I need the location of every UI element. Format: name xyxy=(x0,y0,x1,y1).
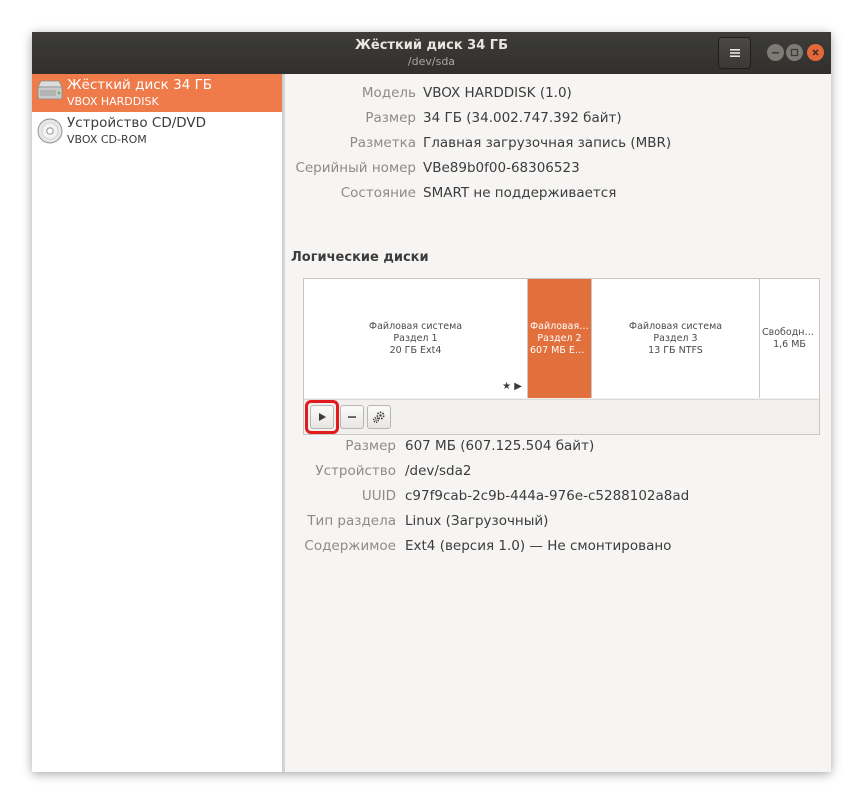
info-value: Linux (Загрузочный) xyxy=(405,513,549,529)
partition-line: Раздел 3 xyxy=(653,332,698,344)
hamburger-icon xyxy=(729,49,740,57)
drive-sublabel: VBOX HARDDISK xyxy=(67,95,159,108)
play-small-icon: ▶ xyxy=(514,381,522,392)
info-row-partitioning: Разметка Главная загрузочная запись (MBR… xyxy=(285,135,831,155)
partition-line: 607 МБ Ext4 xyxy=(530,344,589,356)
info-key: Разметка xyxy=(349,135,416,151)
partition-line: Раздел 2 xyxy=(537,332,582,344)
partition-map: Файловая система Раздел 1 20 ГБ Ext4 ★ ▶… xyxy=(303,278,820,435)
info-row-size: Размер 34 ГБ (34.002.747.392 байт) xyxy=(285,110,831,130)
info-value: SMART не поддерживается xyxy=(423,185,617,201)
partition-2[interactable]: Файловая система Раздел 2 607 МБ Ext4 xyxy=(528,279,592,398)
info-key: Размер xyxy=(365,110,416,126)
drive-item-cd-dvd[interactable]: Устройство CD/DVD VBOX CD-ROM xyxy=(32,112,282,150)
partition-line: Раздел 1 xyxy=(393,332,438,344)
maximize-button[interactable] xyxy=(786,44,803,61)
partition-bar: Файловая система Раздел 1 20 ГБ Ext4 ★ ▶… xyxy=(304,279,819,398)
close-button[interactable] xyxy=(807,44,824,61)
gears-icon xyxy=(373,411,385,423)
partition-3[interactable]: Файловая система Раздел 3 13 ГБ NTFS xyxy=(592,279,760,398)
mount-button[interactable] xyxy=(310,405,334,429)
partition-line: Файловая система xyxy=(628,320,723,332)
info-key: Состояние xyxy=(340,185,416,201)
info-value: VBOX HARDDISK (1.0) xyxy=(423,85,572,101)
partition-line: 1,6 МБ xyxy=(773,338,806,350)
partition-row-device: Устройство /dev/sda2 xyxy=(285,463,831,483)
info-value: c97f9cab-2c9b-444a-976e-c5288102a8ad xyxy=(405,488,690,504)
play-icon xyxy=(319,413,326,421)
minimize-button[interactable] xyxy=(767,44,784,61)
partition-toolbar xyxy=(304,399,819,435)
partition-row-uuid: UUID c97f9cab-2c9b-444a-976e-c5288102a8a… xyxy=(285,488,831,508)
minimize-icon xyxy=(772,52,779,54)
drive-label: Жёсткий диск 34 ГБ xyxy=(67,77,213,93)
drive-list: Жёсткий диск 34 ГБ VBOX HARDDISK Устройс… xyxy=(32,74,283,772)
info-key: Содержимое xyxy=(304,538,396,554)
partition-1[interactable]: Файловая система Раздел 1 20 ГБ Ext4 ★ ▶ xyxy=(304,279,528,398)
volumes-title: Логические диски xyxy=(291,250,429,265)
info-value: VBe89b0f00-68306523 xyxy=(423,160,580,176)
star-icon: ★ xyxy=(502,381,512,392)
info-row-model: Модель VBOX HARDDISK (1.0) xyxy=(285,85,831,105)
info-key: Модель xyxy=(361,85,416,101)
free-space[interactable]: Свободное место 1,6 МБ xyxy=(760,279,819,398)
info-value: /dev/sda2 xyxy=(405,463,472,479)
window-subtitle: /dev/sda xyxy=(407,55,456,68)
delete-partition-button[interactable] xyxy=(340,405,364,429)
drive-label: Устройство CD/DVD xyxy=(67,115,207,131)
partition-row-type: Тип раздела Linux (Загрузочный) xyxy=(285,513,831,533)
info-key: Серийный номер xyxy=(295,160,416,176)
info-row-assessment: Состояние SMART не поддерживается xyxy=(285,185,831,205)
info-row-serial: Серийный номер VBe89b0f00-68306523 xyxy=(285,160,831,180)
minus-icon xyxy=(348,416,356,418)
info-key: UUID xyxy=(361,488,396,504)
title-bar: Жёсткий диск 34 ГБ /dev/sda xyxy=(32,32,831,74)
partition-row-size: Размер 607 МБ (607.125.504 байт) xyxy=(285,438,831,458)
partition-line: Файловая система xyxy=(368,320,463,332)
partition-options-button[interactable] xyxy=(367,405,391,429)
menu-button[interactable] xyxy=(718,37,751,69)
window-title: Жёсткий диск 34 ГБ xyxy=(354,38,508,53)
info-value: Ext4 (версия 1.0) — Не смонтировано xyxy=(405,538,672,554)
maximize-icon xyxy=(790,48,799,57)
partition-line: Свободное место xyxy=(762,326,817,338)
cd-dvd-icon xyxy=(37,118,63,144)
info-value: Главная загрузочная запись (MBR) xyxy=(423,135,672,151)
partition-line: 13 ГБ NTFS xyxy=(648,344,703,356)
harddisk-icon xyxy=(37,80,63,100)
drive-item-harddisk[interactable]: Жёсткий диск 34 ГБ VBOX HARDDISK xyxy=(32,74,282,112)
partition-line: 20 ГБ Ext4 xyxy=(389,344,442,356)
info-key: Устройство xyxy=(315,463,396,479)
partition-flags: ★ ▶ xyxy=(502,381,522,393)
info-value: 607 МБ (607.125.504 байт) xyxy=(405,438,595,454)
drive-sublabel: VBOX CD-ROM xyxy=(67,133,147,146)
close-icon xyxy=(812,49,819,56)
partition-row-contents: Содержимое Ext4 (версия 1.0) — Не смонти… xyxy=(285,538,831,558)
disks-window: Жёсткий диск 34 ГБ /dev/sda Жёсткий диск… xyxy=(32,32,831,772)
drive-details: Модель VBOX HARDDISK (1.0) Размер 34 ГБ … xyxy=(285,74,831,772)
info-value: 34 ГБ (34.002.747.392 байт) xyxy=(423,110,622,126)
info-key: Размер xyxy=(345,438,396,454)
partition-line: Файловая система xyxy=(530,320,589,332)
info-key: Тип раздела xyxy=(307,513,396,529)
